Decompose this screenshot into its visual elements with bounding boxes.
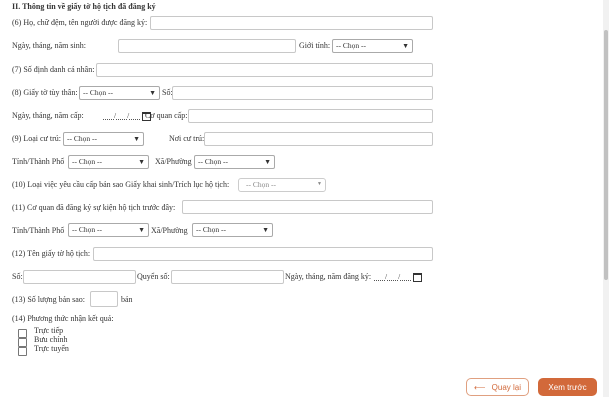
gender-label: Giới tính: [299,41,331,50]
reg-date-year[interactable] [400,271,412,281]
chevron-down-icon: ▼ [133,135,140,143]
id-doc-label: (8) Giấy tờ tùy thân: [12,88,78,97]
section-title: II. Thông tin về giấy tờ hộ tịch đã đăng… [12,2,156,11]
ward-label: Xã/Phường [155,157,192,166]
chevron-down-icon: ▼ [149,89,156,97]
reg-date-day[interactable] [374,271,385,281]
province-select-value: -- Chọn -- [72,157,102,166]
chevron-down-icon: ▼ [317,182,322,187]
residence-type-label: (9) Loại cư trú: [12,134,61,143]
issue-date-label: Ngày, tháng, năm cấp: [12,111,84,120]
chevron-down-icon: ▼ [138,226,145,234]
province2-label: Tỉnh/Thành Phố [12,226,65,235]
back-button-label: Quay lại [491,383,522,392]
preview-button-label: Xem trước [548,383,587,392]
record-name-input[interactable] [93,247,433,261]
reg-date-month[interactable] [387,271,399,281]
delivery-direct-checkbox[interactable] [18,329,27,338]
id-number-input[interactable] [172,86,433,100]
full-name-input[interactable] [150,16,433,30]
issuer-label: Cơ quan cấp: [145,111,188,120]
ward-select[interactable]: -- Chọn -- ▼ [194,155,275,169]
province2-select[interactable]: -- Chọn -- ▼ [68,223,149,237]
record-number-input[interactable] [23,270,136,284]
ward2-select-value: -- Chọn -- [196,225,226,234]
province2-select-value: -- Chọn -- [72,225,102,234]
id-doc-select-value: -- Chọn -- [83,88,113,97]
residence-type-select-value: -- Chọn -- [67,134,97,143]
book-number-input[interactable] [171,270,284,284]
prev-agency-label: (11) Cơ quan đã đăng ký sự kiện hộ tịch … [12,203,176,212]
request-type-label: (10) Loại việc yêu cầu cấp bản sao Giấy … [12,180,230,189]
gender-select-value: -- Chọn -- [336,41,366,50]
scrollbar-thumb[interactable] [604,30,608,280]
issuer-input[interactable] [188,109,433,123]
book-number-label: Quyển số: [137,272,170,281]
delivery-label: (14) Phương thức nhận kết quả: [12,314,114,323]
arrow-left-icon: ⟵ [473,383,486,392]
residence-label: Nơi cư trú: [169,134,205,143]
chevron-down-icon: ▼ [264,158,271,166]
copies-unit: bản [121,295,133,304]
form-page: II. Thông tin về giấy tờ hộ tịch đã đăng… [0,0,603,397]
preview-button[interactable]: Xem trước [538,378,597,396]
province-select[interactable]: -- Chọn -- ▼ [68,155,149,169]
id-doc-select[interactable]: -- Chọn -- ▼ [79,86,160,100]
issue-date-picker[interactable]: / / [103,110,152,122]
residence-type-select[interactable]: -- Chọn -- ▼ [63,132,144,146]
chevron-down-icon: ▼ [262,226,269,234]
full-name-label: (6) Họ, chữ đệm, tên người được đăng ký: [12,18,148,27]
vertical-scrollbar[interactable] [603,0,609,397]
ward2-select[interactable]: -- Chọn -- ▼ [192,223,273,237]
record-name-label: (12) Tên giấy tờ hộ tịch: [12,249,91,258]
issue-date-year[interactable] [129,110,141,120]
calendar-icon[interactable] [413,272,423,282]
dob-label: Ngày, tháng, năm sinh: [12,41,86,50]
record-number-label: Số: [12,272,23,281]
ward2-label: Xã/Phường [151,226,188,235]
issue-date-month[interactable] [116,110,128,120]
chevron-down-icon: ▼ [402,42,409,50]
gender-select[interactable]: -- Chọn -- ▼ [332,39,413,53]
copies-input[interactable] [90,291,118,307]
delivery-post-checkbox[interactable] [18,338,27,347]
back-button[interactable]: ⟵ Quay lại [466,378,529,396]
delivery-online-checkbox[interactable] [18,347,27,356]
delivery-online-label: Trực tuyến [34,344,69,353]
reg-date-picker[interactable]: / / [374,271,423,283]
copies-label: (13) Số lượng bản sao: [12,295,86,304]
ward-select-value: -- Chọn -- [198,157,228,166]
issue-date-day[interactable] [103,110,114,120]
province-label: Tỉnh/Thành Phố [12,157,65,166]
prev-agency-input[interactable] [182,200,433,214]
reg-date-label: Ngày, tháng, năm đăng ký: [285,272,372,281]
personal-id-label: (7) Số định danh cá nhân: [12,65,95,74]
chevron-down-icon: ▼ [138,158,145,166]
request-type-select[interactable]: -- Chọn -- ▼ [238,178,326,192]
dob-input[interactable] [118,39,296,53]
request-type-select-value: -- Chọn -- [246,180,276,189]
residence-input[interactable] [204,132,433,146]
personal-id-input[interactable] [96,63,433,77]
